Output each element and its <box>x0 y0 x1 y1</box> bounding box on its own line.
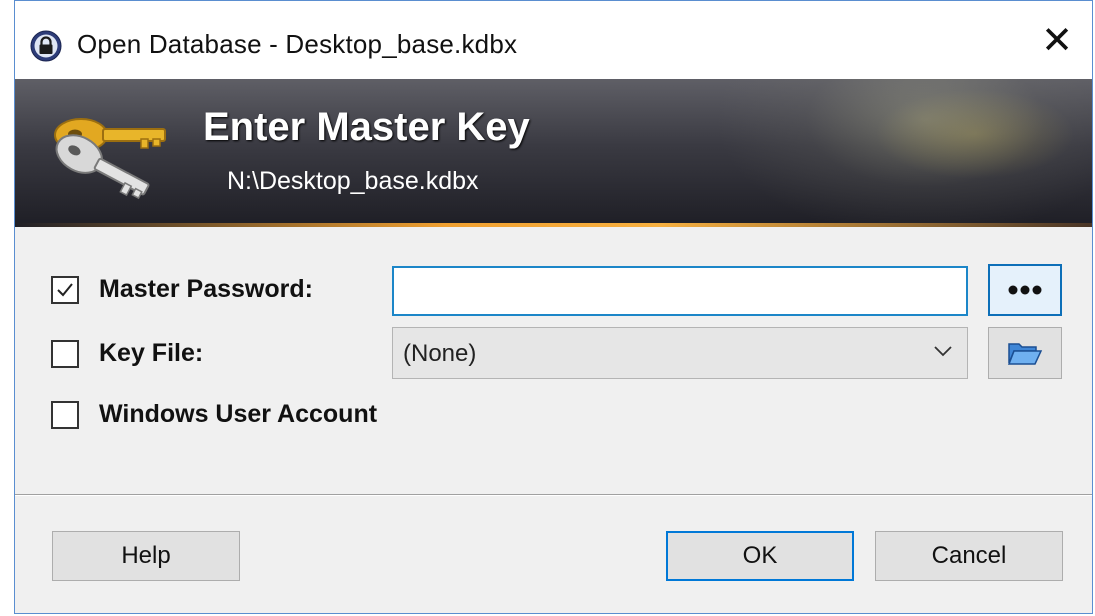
divider <box>15 494 1092 496</box>
key-file-checkbox[interactable] <box>51 340 79 368</box>
checkmark-icon <box>57 283 73 297</box>
browse-key-file-button[interactable] <box>988 327 1062 379</box>
master-password-checkbox[interactable] <box>51 276 79 304</box>
keys-icon <box>54 118 166 200</box>
cancel-button[interactable]: Cancel <box>875 531 1063 581</box>
close-icon: ✕ <box>1041 19 1073 62</box>
windows-account-checkbox[interactable] <box>51 401 79 429</box>
title-bar[interactable]: Open Database - Desktop_base.kdbx ✕ <box>15 1 1092 79</box>
ok-button[interactable]: OK <box>666 531 854 581</box>
banner-heading: Enter Master Key <box>203 105 530 149</box>
banner-decoration <box>875 89 1075 179</box>
database-path: N:\Desktop_base.kdbx <box>227 167 479 195</box>
key-file-label: Key File: <box>99 339 204 367</box>
close-button[interactable]: ✕ <box>1022 1 1092 79</box>
dots-icon <box>1008 285 1042 295</box>
keepass-lock-icon <box>30 30 62 62</box>
windows-account-label: Windows User Account <box>99 400 378 428</box>
key-file-select[interactable]: (None) <box>392 327 968 379</box>
open-database-dialog: Open Database - Desktop_base.kdbx ✕ Ente… <box>14 0 1093 614</box>
master-password-input[interactable] <box>392 266 968 316</box>
key-file-selected-value: (None) <box>403 340 477 367</box>
show-password-button[interactable] <box>988 264 1062 316</box>
header-banner: Enter Master Key N:\Desktop_base.kdbx <box>15 79 1092 227</box>
folder-open-icon <box>1007 343 1043 365</box>
chevron-down-icon <box>934 346 952 357</box>
help-button[interactable]: Help <box>52 531 240 581</box>
window-title: Open Database - Desktop_base.kdbx <box>77 29 518 59</box>
master-password-label: Master Password: <box>99 275 313 303</box>
banner-accent-line <box>15 223 1092 227</box>
